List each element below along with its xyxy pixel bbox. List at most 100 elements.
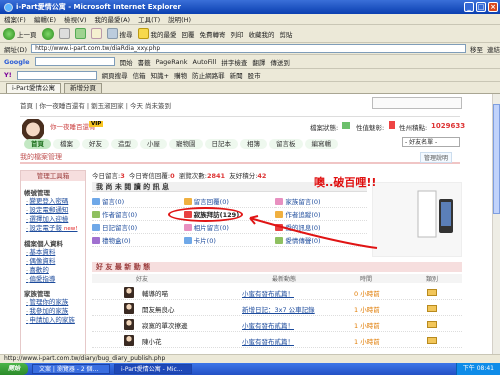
favorites-button[interactable]: 我的最愛 — [137, 28, 177, 39]
yahoo-item-2[interactable]: 知識+ — [151, 70, 169, 80]
back-arrow-icon — [3, 27, 15, 40]
toolbar-item-2[interactable]: 免費轉寄 — [200, 29, 226, 39]
toolbar-item-5[interactable]: 剪貼 — [280, 29, 293, 39]
message-icon — [92, 210, 100, 218]
taskbar-item[interactable]: 文案 | 瀏覽器 - 2 個... — [32, 364, 111, 374]
friend-activity[interactable]: 小蜜有發布貳篇！ — [242, 288, 294, 298]
unread-item[interactable]: 日記留言(0) — [92, 221, 184, 234]
close-button[interactable]: × — [488, 2, 498, 12]
friend-activity[interactable]: 小蜜有發布貳篇！ — [242, 336, 294, 346]
maximize-button[interactable]: □ — [476, 2, 486, 12]
yahoo-search-button[interactable]: 網頁搜尋 — [102, 70, 128, 80]
toolbar-item-1[interactable]: 回覆 — [182, 29, 195, 39]
links-button[interactable]: 連結 — [487, 44, 500, 54]
yahoo-logo: Y! — [4, 71, 12, 79]
minimize-button[interactable]: _ — [464, 2, 474, 12]
sidebar-item[interactable]: 偏愛指導 — [21, 275, 85, 284]
nav-album[interactable]: 相簿 — [240, 138, 267, 149]
yahoo-item-1[interactable]: 信箱 — [133, 70, 146, 80]
avatar[interactable] — [124, 319, 134, 330]
avatar[interactable] — [124, 335, 134, 346]
nav-pets[interactable]: 寵物園 — [169, 138, 203, 149]
yahoo-item-3[interactable]: 購物 — [174, 70, 187, 80]
nav-friends[interactable]: 好友 — [82, 138, 109, 149]
search-icon — [106, 28, 118, 39]
tab-ipart[interactable]: i-Part愛情公寓 — [6, 82, 61, 93]
site-search-input[interactable] — [372, 97, 462, 109]
friends-dropdown[interactable]: - 好友名單 - — [402, 137, 460, 147]
vertical-scrollbar[interactable] — [492, 94, 500, 354]
friend-activity[interactable]: 小蜜有發布貳篇！ — [242, 320, 294, 330]
nav-editor[interactable]: 編寫輯 — [304, 138, 338, 149]
sidebar-item[interactable]: 管理你的家族 — [21, 298, 85, 307]
message-icon — [92, 236, 100, 244]
forward-button[interactable] — [41, 27, 54, 40]
friends-table-header: 好友 最新動態 時間 類別 — [92, 274, 462, 283]
nav-profile[interactable]: 檔案 — [53, 138, 80, 149]
menu-favorites[interactable]: 我的最愛(A) — [95, 14, 131, 24]
google-go-button[interactable]: 開始 — [120, 57, 133, 67]
friend-name[interactable]: 陳小花 — [142, 336, 162, 346]
friend-name[interactable]: 寂寞的單次擦邊 — [142, 320, 188, 330]
google-item-6[interactable]: 傳送到 — [270, 57, 290, 67]
taskbar-item[interactable]: i-Part愛情公寓 - Mic... — [114, 364, 193, 374]
yahoo-item-5[interactable]: 新聞 — [230, 70, 243, 80]
activity-time: 1 小時前 — [354, 306, 380, 314]
google-item-5[interactable]: 翻譯 — [252, 57, 265, 67]
friend-name[interactable]: 開友無良心 — [142, 304, 175, 314]
scroll-thumb[interactable] — [493, 104, 500, 214]
ad-banner[interactable] — [372, 182, 462, 257]
toolbar-item-4[interactable]: 收藏我的 — [249, 29, 275, 39]
menu-edit[interactable]: 編輯(E) — [34, 14, 56, 24]
sidebar-item[interactable]: 我參加的家族 — [21, 307, 85, 316]
nav-house[interactable]: 小屋 — [140, 138, 167, 149]
unread-item[interactable]: 留言回覆(0) — [183, 195, 276, 208]
avatar[interactable] — [124, 287, 134, 298]
start-button[interactable]: 開始 — [0, 363, 29, 375]
google-item-3[interactable]: AutoFill — [193, 58, 217, 66]
google-item-4[interactable]: 拼字檢查 — [221, 57, 247, 67]
sidebar-item[interactable]: 偶像資料 — [21, 257, 85, 266]
nav-diary[interactable]: 日記本 — [204, 138, 238, 149]
nav-home[interactable]: 首頁 — [24, 138, 51, 149]
back-button[interactable]: 上一頁 — [3, 27, 37, 40]
yahoo-item-6[interactable]: 股市 — [248, 70, 261, 80]
google-item-1[interactable]: 書籤 — [138, 57, 151, 67]
yahoo-item-4[interactable]: 防止網路罪 — [192, 70, 225, 80]
avatar[interactable] — [124, 303, 134, 314]
menu-tools[interactable]: 工具(T) — [138, 14, 160, 24]
home-icon[interactable] — [90, 28, 102, 39]
nav-style[interactable]: 造型 — [111, 138, 138, 149]
menu-file[interactable]: 檔案(F) — [4, 14, 26, 24]
google-search-input[interactable] — [34, 57, 115, 66]
friend-activity[interactable]: 新增日記：3x7 公車記錄 — [242, 304, 315, 314]
sidebar-item[interactable]: 申請加入的家族 — [21, 316, 85, 325]
friend-name[interactable]: 輔導的喵 — [142, 288, 168, 298]
unread-item[interactable]: 留言(0) — [92, 195, 184, 208]
help-button[interactable]: 管理說明 — [420, 152, 453, 163]
sidebar-item[interactable]: 設定電子報 new! — [21, 224, 85, 234]
unread-item[interactable]: 家族留言(0) — [275, 195, 367, 208]
ie-icon — [4, 2, 13, 12]
unread-item[interactable]: 禮物盒(0) — [92, 234, 184, 247]
sidebar-item[interactable]: 變更登入密碼 — [21, 197, 85, 206]
address-input[interactable]: http://www.i-part.com.tw/diaRdia_xxy.php — [31, 44, 466, 53]
menu-help[interactable]: 說明(H) — [168, 14, 191, 24]
table-row: 寂寞的單次擦邊 小蜜有發布貳篇！ 1 小時前 — [92, 317, 462, 332]
console-image — [417, 190, 453, 238]
yahoo-search-input[interactable] — [16, 70, 97, 80]
nav-guestbook[interactable]: 留言板 — [269, 138, 303, 149]
toolbar-item-3[interactable]: 列印 — [231, 29, 244, 39]
go-button[interactable]: 移至 — [470, 44, 483, 54]
google-logo: Google — [4, 57, 30, 66]
menu-view[interactable]: 檢視(V) — [64, 14, 87, 24]
search-button[interactable]: 搜尋 — [106, 28, 133, 39]
refresh-icon[interactable] — [74, 28, 86, 39]
sidebar-item[interactable]: 設定電郵通知 — [21, 206, 85, 215]
tab-new[interactable]: 新增分頁 — [63, 82, 102, 93]
sidebar-item[interactable]: 選擇加入迎檢 — [21, 215, 85, 224]
sidebar-item[interactable]: 基本資料 — [21, 248, 85, 257]
sidebar-item[interactable]: 喜歡的 — [21, 266, 85, 275]
google-item-2[interactable]: PageRank — [156, 58, 188, 66]
stop-icon[interactable] — [58, 28, 70, 39]
